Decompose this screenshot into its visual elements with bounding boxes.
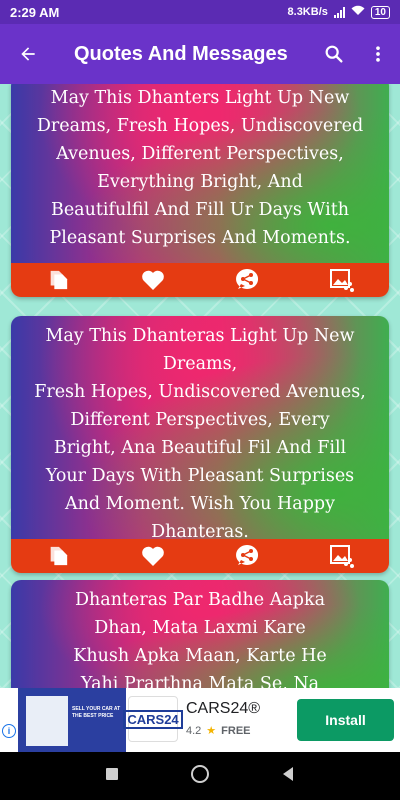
quote-text[interactable]: Dhanteras Par Badhe Aapka Dhan, Mata Lax…	[11, 580, 389, 688]
quote-card: May This Dhanteras Light Up New Dreams, …	[11, 316, 389, 573]
heart-icon[interactable]	[133, 263, 173, 297]
app-bar: Quotes And Messages	[0, 24, 400, 84]
recents-icon[interactable]	[105, 767, 119, 786]
ad-banner[interactable]: i SELL YOUR CAR AT THE BEST PRICE CARS24…	[0, 688, 400, 752]
signal-icon	[333, 6, 345, 18]
quote-list[interactable]: May This Dhanters Light Up New Dreams, F…	[0, 84, 400, 688]
more-vert-icon[interactable]	[356, 24, 400, 84]
ad-info-icon[interactable]: i	[2, 724, 16, 738]
nav-back-icon[interactable]	[281, 766, 295, 787]
ad-app-logo[interactable]: CARS24	[123, 696, 183, 742]
image-share-icon[interactable]	[322, 263, 362, 297]
page-title: Quotes And Messages	[74, 42, 288, 65]
status-bar: 2:29 AM 8.3KB/s 10	[0, 0, 400, 24]
quote-card: Dhanteras Par Badhe Aapka Dhan, Mata Lax…	[11, 580, 389, 688]
share-icon[interactable]	[227, 263, 267, 297]
card-actions	[11, 263, 389, 297]
ad-rating-value: 4.2	[186, 724, 202, 737]
image-share-icon[interactable]	[322, 539, 362, 573]
system-nav-bar	[0, 752, 400, 800]
ad-image-document	[26, 696, 68, 746]
ad-logo-text: CARS24	[123, 709, 183, 729]
ad-image[interactable]: SELL YOUR CAR AT THE BEST PRICE	[18, 688, 126, 752]
copy-icon[interactable]	[38, 539, 78, 573]
wifi-icon	[351, 5, 365, 19]
quote-text[interactable]: May This Dhanteras Light Up New Dreams, …	[11, 316, 389, 542]
copy-icon[interactable]	[38, 263, 78, 297]
battery-indicator: 10	[370, 5, 390, 19]
status-time: 2:29 AM	[10, 4, 60, 20]
quote-text[interactable]: May This Dhanters Light Up New Dreams, F…	[11, 84, 389, 263]
star-icon: ★	[206, 725, 217, 737]
ad-rating-row: 4.2 ★ FREE	[186, 724, 251, 738]
install-button[interactable]: Install	[297, 699, 394, 741]
ad-banner-text: SELL YOUR CAR AT THE BEST PRICE	[72, 706, 121, 719]
ad-price: FREE	[221, 724, 251, 737]
network-speed: 8.3KB/s	[287, 6, 328, 18]
search-icon[interactable]	[312, 24, 356, 84]
back-arrow-icon[interactable]	[0, 24, 56, 84]
ad-app-name[interactable]: CARS24®	[186, 700, 260, 718]
home-icon[interactable]	[190, 764, 210, 789]
quote-card: May This Dhanters Light Up New Dreams, F…	[11, 84, 389, 297]
